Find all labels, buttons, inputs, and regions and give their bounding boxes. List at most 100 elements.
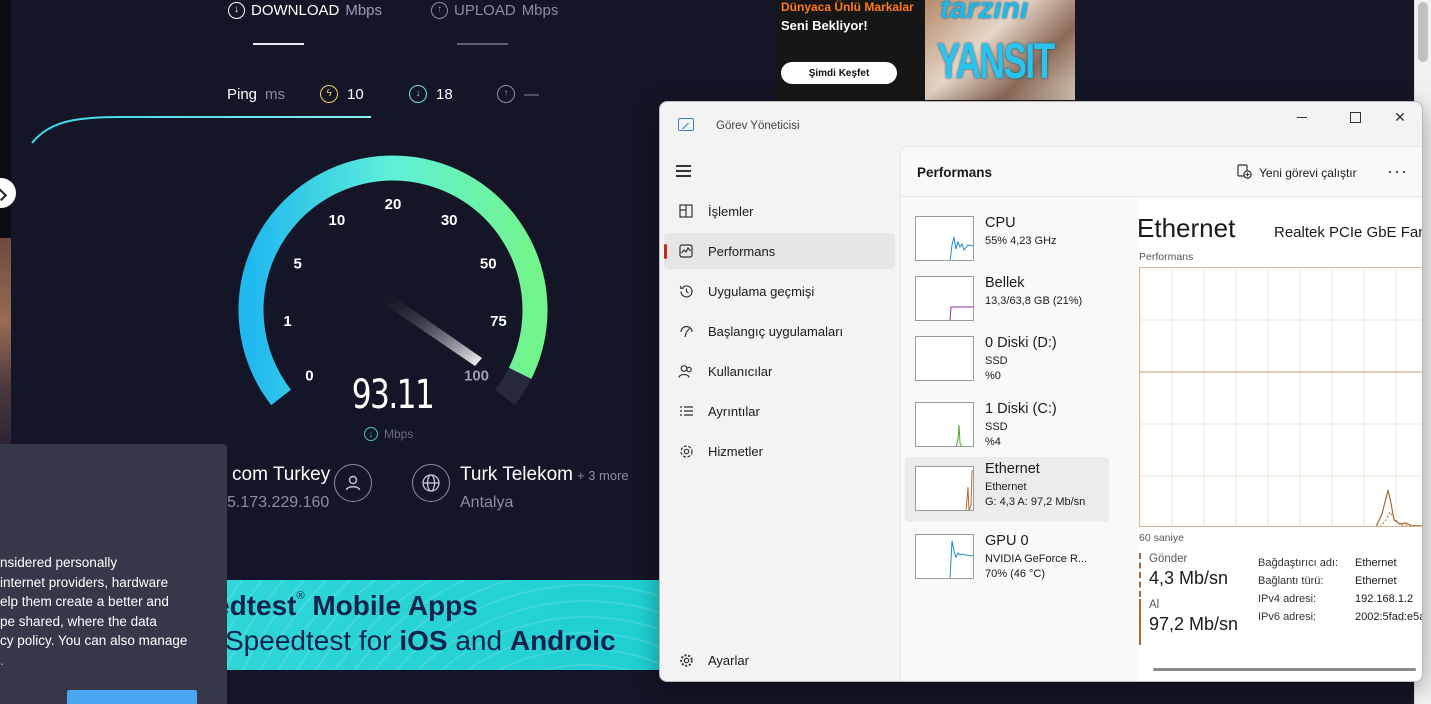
close-icon: ✕: [1394, 108, 1406, 125]
hamburger-line: [676, 170, 691, 172]
users-icon: [677, 362, 695, 380]
consent-line: elp them create a better and: [0, 594, 169, 610]
server-more-link[interactable]: + 3 more: [577, 468, 629, 483]
gauge-needle: [378, 290, 482, 366]
window-title: Görev Yöneticisi: [716, 120, 800, 132]
nav-item-services[interactable]: Hizmetler: [664, 433, 895, 469]
gauge-unit-label: Mbps: [384, 427, 414, 441]
cpu-mini-line: [949, 236, 973, 260]
gauge-tick-label: 75: [490, 313, 507, 330]
gpu-mini-graph: [915, 534, 974, 579]
resource-disk-d[interactable]: 0 Diski (D:) SSD %0: [905, 331, 1109, 395]
resource-detail: Ethernet: [985, 481, 1027, 493]
resource-detail: 55% 4,23 GHz: [985, 235, 1057, 247]
resource-name: GPU 0: [985, 533, 1029, 549]
close-button[interactable]: ✕: [1377, 102, 1422, 132]
prop-key: IPv4 adresi:: [1258, 593, 1317, 605]
gauge-tick-label: 50: [480, 256, 497, 273]
ad-slogan-bottom: YANSIT: [937, 33, 1055, 89]
gpu-mini-line: [949, 540, 973, 578]
resource-ethernet[interactable]: Ethernet Ethernet G: 4,3 A: 97,2 Mb/sn: [905, 457, 1109, 522]
resource-disk-c[interactable]: 1 Diski (C:) SSD %4: [905, 397, 1109, 461]
consent-line: .: [0, 652, 4, 668]
minimize-button[interactable]: [1279, 102, 1325, 132]
nav-label: İşlemler: [708, 203, 754, 219]
banner-subline: Speedtest for iOS and Androic: [226, 625, 616, 657]
server-name-label: Turk Telekom: [460, 464, 573, 485]
resource-detail: NVIDIA GeForce R...: [985, 553, 1088, 565]
page-title: Performans: [917, 165, 993, 180]
consent-accept-button[interactable]: [67, 690, 197, 704]
resource-name: CPU: [985, 215, 1016, 231]
nav-item-processes[interactable]: İşlemler: [664, 193, 895, 229]
performance-icon: [677, 242, 695, 260]
consent-line: pe shared, where the data: [0, 613, 157, 629]
nav-item-startup-apps[interactable]: Başlangıç uygulamaları: [664, 313, 895, 349]
disk-d-mini-graph: [915, 336, 974, 381]
horizontal-scrollbar[interactable]: [1153, 668, 1416, 671]
nav-item-performance[interactable]: Performans: [664, 233, 895, 269]
ad-slogan-top: tarzını: [940, 0, 1029, 25]
resource-cpu[interactable]: CPU 55% 4,23 GHz: [905, 211, 1109, 275]
resource-name: 1 Diski (C:): [985, 401, 1057, 417]
server-name[interactable]: Turk Telekom + 3 more: [460, 464, 629, 486]
ad-left-panel: [775, 0, 925, 100]
globe-icon: [412, 464, 450, 502]
adapter-name: Realtek PCIe GbE Fam: [1274, 224, 1423, 241]
startup-icon: [677, 322, 695, 340]
graph-label: Performans: [1139, 251, 1194, 263]
banner-sub-pre: Speedtest for: [226, 625, 400, 656]
gauge-tick-label: 30: [441, 212, 458, 229]
send-line: [1380, 511, 1422, 526]
memory-mini-graph: [915, 276, 974, 321]
resource-type: SSD: [985, 355, 1008, 367]
disk-c-mini-line: [955, 424, 963, 446]
resource-gpu[interactable]: GPU 0 NVIDIA GeForce R... 70% (46 °C): [905, 529, 1109, 593]
resource-type: SSD: [985, 421, 1008, 433]
new-task-icon: [1237, 164, 1252, 182]
banner-registered-mark: ®: [296, 590, 305, 602]
performance-panel: Performans Yeni görevi çalıştır ··· CPU …: [900, 146, 1423, 681]
resource-detail: 13,3/63,8 GB (21%): [985, 295, 1083, 307]
gauge-tick-label: 0: [305, 367, 313, 384]
mobile-apps-banner[interactable]: edtest® Mobile Apps Speedtest for iOS an…: [226, 580, 666, 670]
disk-c-mini-graph: [915, 402, 974, 447]
gear-icon: [677, 651, 695, 669]
send-stat: Gönder 4,3 Mb/sn: [1139, 553, 1228, 597]
maximize-button[interactable]: [1332, 102, 1378, 132]
banner-and: and: [447, 625, 510, 656]
hamburger-line: [676, 165, 691, 167]
services-icon: [677, 442, 695, 460]
ad-cta-button[interactable]: Şimdi Keşfet: [781, 62, 897, 84]
banner-headline-part1: edtest: [226, 590, 297, 621]
nav-label: Ayrıntılar: [708, 403, 760, 419]
resource-usage: 70% (46 °C): [985, 568, 1046, 580]
advertisement[interactable]: Dünyaca Ünlü Markalar Seni Bekliyor! Şim…: [775, 0, 1075, 100]
nav-item-app-history[interactable]: Uygulama geçmişi: [664, 273, 895, 309]
nav-item-settings[interactable]: Ayarlar: [664, 642, 895, 678]
task-manager-app-icon: [678, 118, 694, 131]
receive-label: Al: [1149, 599, 1160, 611]
hamburger-menu-button[interactable]: [676, 164, 692, 177]
nav-label: Kullanıcılar: [708, 363, 773, 379]
user-icon: [334, 464, 372, 502]
prop-value: 2002:5fad:e5a: [1355, 611, 1423, 623]
scrollbar-thumb[interactable]: [1418, 2, 1428, 62]
nav-label: Başlangıç uygulamaları: [708, 323, 844, 339]
banner-headline: edtest® Mobile Apps: [226, 590, 478, 622]
speed-gauge: 0 1 5 10 20 30 50 75 100: [31, 116, 548, 406]
memory-mini-line: [949, 306, 973, 320]
resource-name: Ethernet: [985, 461, 1040, 477]
ad-subheadline: Seni Bekliyor!: [781, 18, 868, 33]
more-options-button[interactable]: ···: [1387, 161, 1408, 182]
prop-value: Ethernet: [1355, 575, 1397, 587]
resource-memory[interactable]: Bellek 13,3/63,8 GB (21%): [905, 271, 1109, 335]
ad-headline: Dünyaca Ünlü Markalar: [781, 0, 914, 14]
run-new-task-button[interactable]: Yeni görevi çalıştır: [1237, 163, 1357, 183]
nav-item-details[interactable]: Ayrıntılar: [664, 393, 895, 429]
download-arrow-icon: ↓: [364, 427, 378, 441]
time-span-label: 60 saniye: [1139, 532, 1184, 544]
gauge-tick-label: 10: [328, 212, 345, 229]
nav-item-users[interactable]: Kullanıcılar: [664, 353, 895, 389]
banner-android: Androic: [509, 625, 616, 656]
